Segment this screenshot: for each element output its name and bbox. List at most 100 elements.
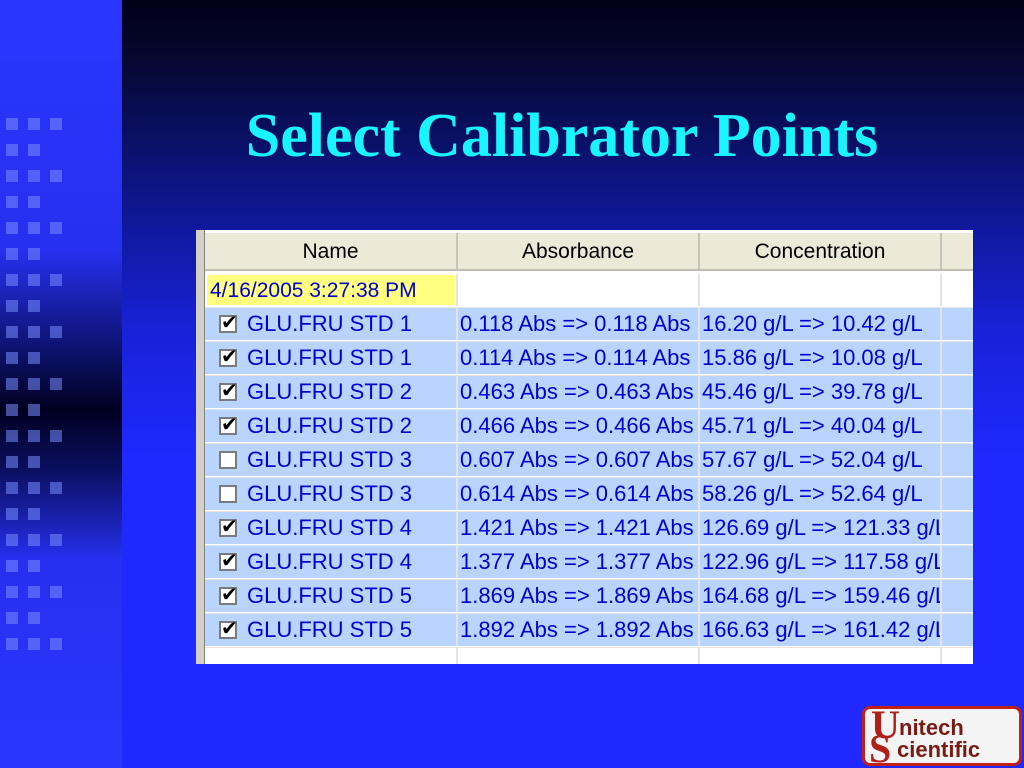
decorative-square — [28, 612, 40, 624]
table-row[interactable]: ✔ GLU.FRU STD 4 1.421 Abs => 1.421 Abs 126.… — [205, 512, 973, 546]
calibrator-name: GLU.FRU STD 1 — [247, 311, 413, 336]
extra-cell — [942, 410, 973, 442]
calibrator-name: GLU.FRU STD 3 — [247, 447, 413, 472]
calibrator-name: GLU.FRU STD 4 — [247, 549, 413, 574]
group-date: 4/16/2005 3:27:38 PM — [207, 275, 455, 305]
table-row[interactable]: ✔ GLU.FRU STD 4 1.377 Abs => 1.377 Abs 122.… — [205, 546, 973, 580]
decorative-square — [6, 222, 18, 234]
decorative-square-row — [6, 508, 116, 524]
table-row[interactable]: ✔ GLU.FRU STD 1 0.114 Abs => 0.114 Abs 15.8… — [205, 342, 973, 376]
decorative-square-row — [6, 560, 116, 576]
table-row[interactable]: GLU.FRU STD 3 0.607 Abs => 0.607 Abs 57.67… — [205, 444, 973, 478]
extra-cell — [942, 342, 973, 374]
grid-header: Name Absorbance Concentration — [205, 233, 973, 271]
decorative-square — [28, 248, 40, 260]
name-cell: ✔ GLU.FRU STD 5 — [205, 580, 458, 612]
check-icon: ✔ — [221, 310, 238, 334]
table-row[interactable]: ✔ GLU.FRU STD 5 1.869 Abs => 1.869 Abs 164.… — [205, 580, 973, 614]
absorbance-cell: 0.466 Abs => 0.466 Abs — [458, 410, 700, 442]
select-checkbox[interactable]: ✔ — [219, 412, 238, 436]
name-cell: ✔ GLU.FRU STD 1 — [205, 342, 458, 374]
group-date-cell: 4/16/2005 3:27:38 PM — [205, 274, 458, 306]
column-header-name[interactable]: Name — [205, 233, 458, 269]
table-row[interactable]: ✔ GLU.FRU STD 5 1.892 Abs => 1.892 Abs 166.… — [205, 614, 973, 648]
select-checkbox[interactable] — [219, 485, 237, 503]
decorative-square-row — [6, 586, 116, 602]
extra-cell — [942, 614, 973, 646]
logo-text-s: cientific — [897, 737, 981, 762]
select-checkbox[interactable]: ✔ — [219, 310, 238, 334]
decorative-square — [50, 482, 62, 494]
decorative-square-row — [6, 534, 116, 550]
decorative-square — [6, 248, 18, 260]
decorative-square-row — [6, 326, 116, 342]
concentration-cell: 164.68 g/L => 159.46 g/L — [700, 580, 942, 612]
decorative-square — [6, 456, 18, 468]
decorative-square — [6, 508, 18, 520]
concentration-cell: 15.86 g/L => 10.08 g/L — [700, 342, 942, 374]
decorative-square-row — [6, 222, 116, 238]
column-header-concentration[interactable]: Concentration — [700, 233, 942, 269]
absorbance-cell: 0.114 Abs => 0.114 Abs — [458, 342, 700, 374]
table-row[interactable]: GLU.FRU STD 3 0.614 Abs => 0.614 Abs 58.26… — [205, 478, 973, 512]
decorative-square — [28, 430, 40, 442]
group-row[interactable]: 4/16/2005 3:27:38 PM — [205, 274, 973, 308]
absorbance-cell: 1.421 Abs => 1.421 Abs — [458, 512, 700, 544]
decorative-square-row — [6, 404, 116, 420]
decorative-square — [28, 378, 40, 390]
check-icon: ✔ — [221, 344, 238, 368]
decorative-square — [6, 482, 18, 494]
empty-cell — [458, 648, 700, 664]
calibrator-grid: Name Absorbance Concentration 4/16/2005 … — [196, 230, 973, 664]
select-checkbox[interactable]: ✔ — [219, 548, 238, 572]
decorative-square-row — [6, 300, 116, 316]
absorbance-cell: 0.118 Abs => 0.118 Abs — [458, 308, 700, 340]
select-checkbox[interactable]: ✔ — [219, 616, 238, 640]
decorative-square — [28, 638, 40, 650]
absorbance-cell: 1.377 Abs => 1.377 Abs — [458, 546, 700, 578]
table-row[interactable]: ✔ GLU.FRU STD 2 0.466 Abs => 0.466 Abs 45.7… — [205, 410, 973, 444]
concentration-cell: 166.63 g/L => 161.42 g/L — [700, 614, 942, 646]
select-checkbox[interactable]: ✔ — [219, 514, 238, 538]
extra-cell — [942, 580, 973, 612]
decorative-square-row — [6, 378, 116, 394]
select-checkbox[interactable] — [219, 451, 237, 469]
decorative-square-row — [6, 430, 116, 446]
check-icon: ✔ — [221, 548, 238, 572]
extra-cell — [942, 478, 973, 510]
grid-body: 4/16/2005 3:27:38 PM ✔ GLU.FRU STD 1 0.118… — [205, 274, 973, 664]
decorative-square — [28, 352, 40, 364]
name-cell: ✔ GLU.FRU STD 4 — [205, 512, 458, 544]
table-row[interactable]: ✔ GLU.FRU STD 2 0.463 Abs => 0.463 Abs 45.4… — [205, 376, 973, 410]
check-icon: ✔ — [221, 514, 238, 538]
decorative-square — [50, 274, 62, 286]
name-cell: ✔ GLU.FRU STD 5 — [205, 614, 458, 646]
decorative-square-row — [6, 612, 116, 628]
decorative-square — [6, 560, 18, 572]
decorative-square — [28, 482, 40, 494]
decorative-square — [6, 430, 18, 442]
calibrator-name: GLU.FRU STD 2 — [247, 413, 413, 438]
column-header-extra — [942, 233, 973, 269]
absorbance-cell: 1.892 Abs => 1.892 Abs — [458, 614, 700, 646]
extra-cell — [942, 444, 973, 476]
decorative-square — [6, 196, 18, 208]
name-cell: GLU.FRU STD 3 — [205, 478, 458, 510]
decorative-square — [6, 638, 18, 650]
table-row[interactable]: ✔ GLU.FRU STD 1 0.118 Abs => 0.118 Abs 16.2… — [205, 308, 973, 342]
decorative-square — [50, 222, 62, 234]
decorative-square — [6, 534, 18, 546]
decorative-square-row — [6, 638, 116, 654]
concentration-cell: 45.71 g/L => 40.04 g/L — [700, 410, 942, 442]
select-checkbox[interactable]: ✔ — [219, 582, 238, 606]
absorbance-cell: 0.463 Abs => 0.463 Abs — [458, 376, 700, 408]
concentration-cell: 58.26 g/L => 52.64 g/L — [700, 478, 942, 510]
column-header-absorbance[interactable]: Absorbance — [458, 233, 700, 269]
select-checkbox[interactable]: ✔ — [219, 378, 238, 402]
name-cell: GLU.FRU STD 3 — [205, 444, 458, 476]
concentration-cell: 122.96 g/L => 117.58 g/L — [700, 546, 942, 578]
decorative-square — [50, 534, 62, 546]
concentration-cell: 57.67 g/L => 52.04 g/L — [700, 444, 942, 476]
decorative-square — [28, 196, 40, 208]
select-checkbox[interactable]: ✔ — [219, 344, 238, 368]
